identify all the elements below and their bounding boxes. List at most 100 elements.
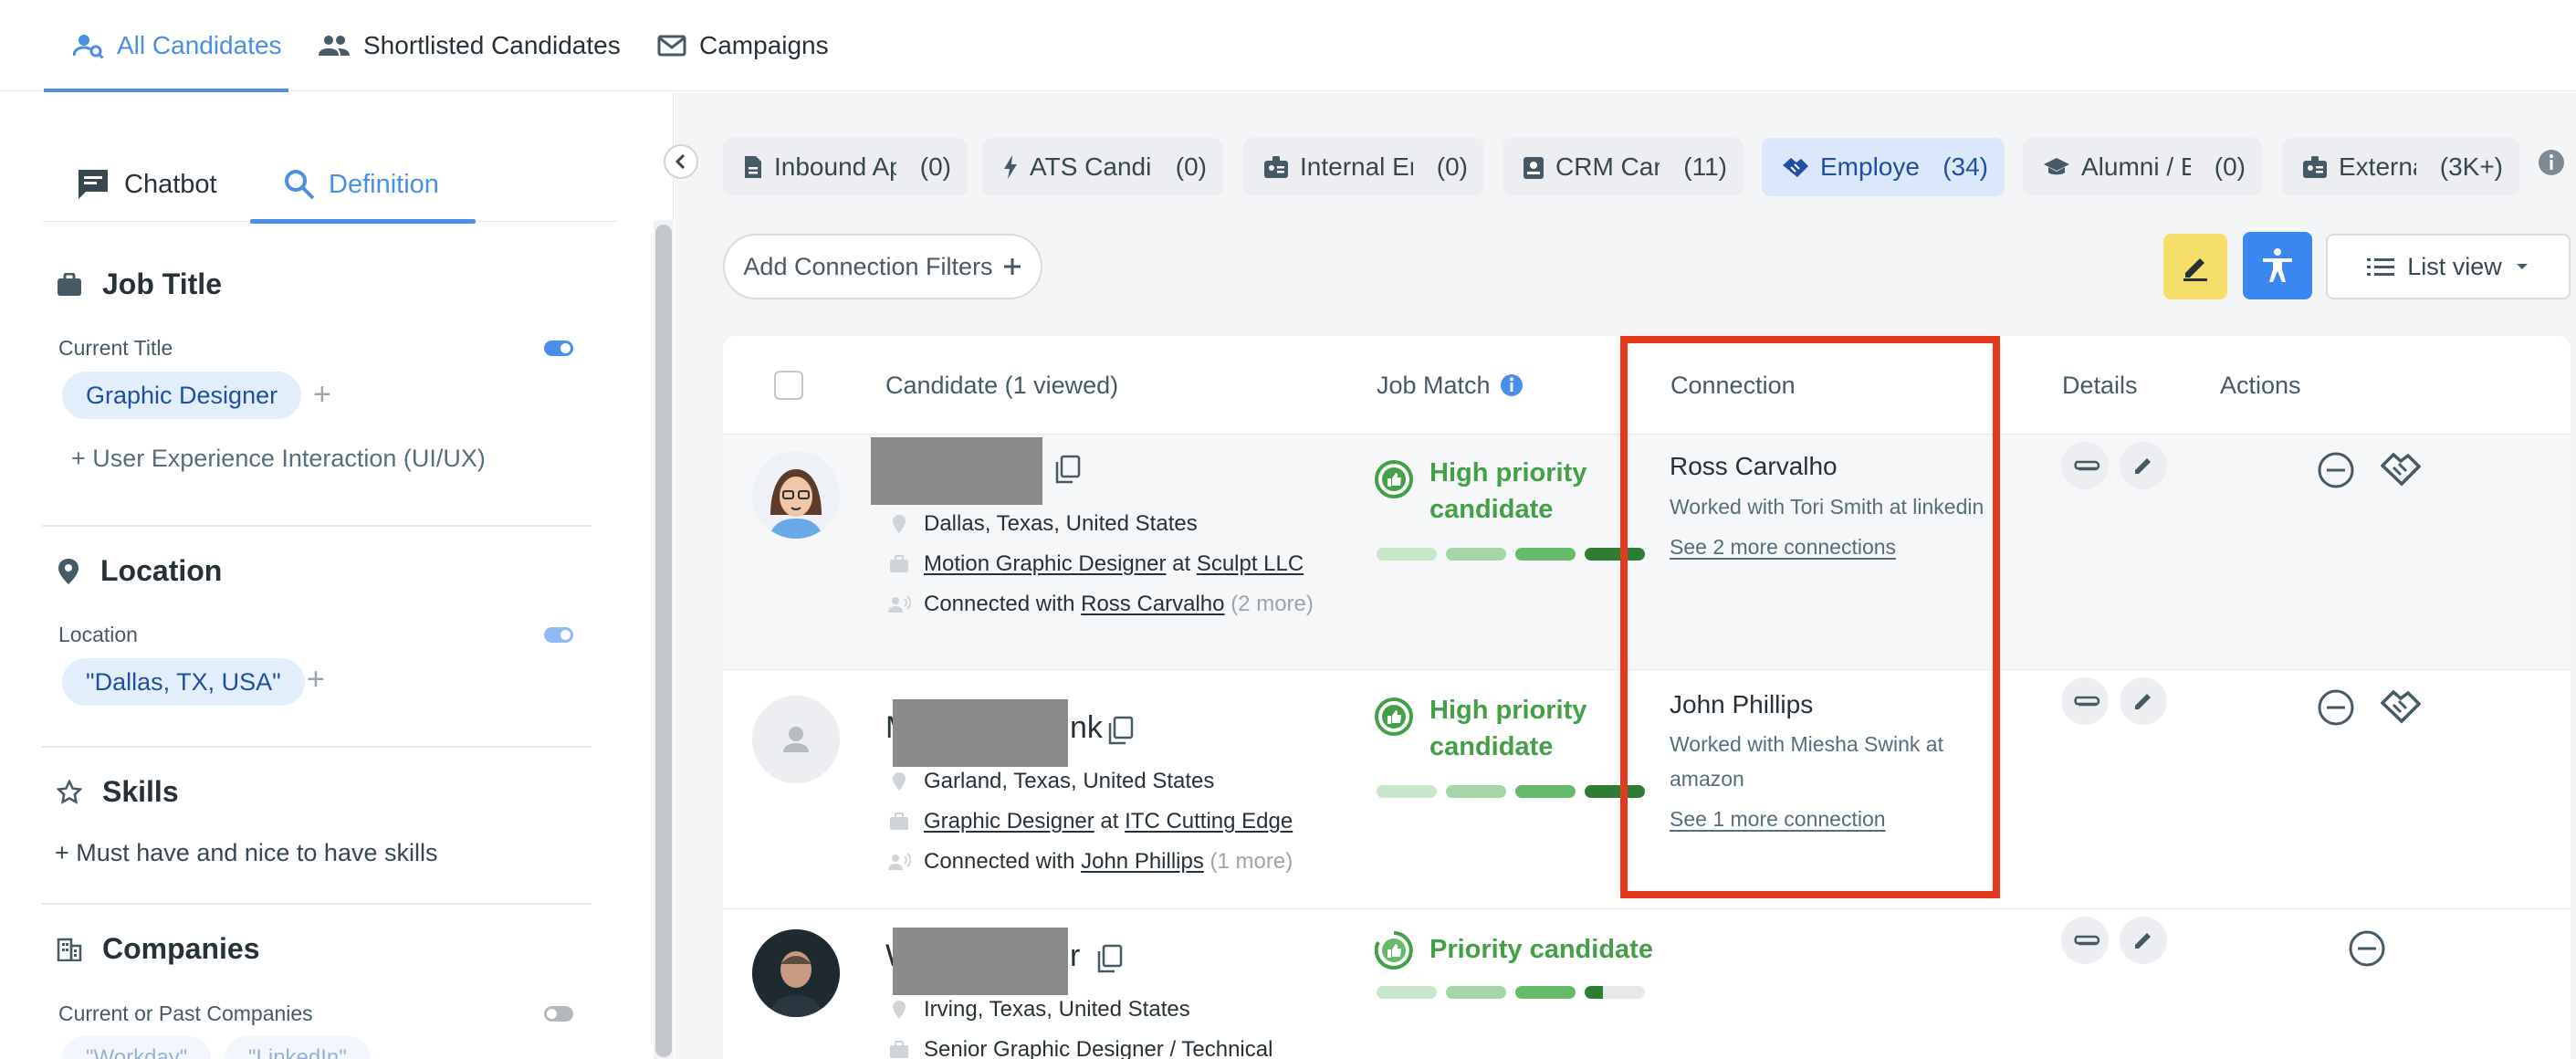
connection-name: Ross Carvalho bbox=[1670, 452, 1838, 480]
plus-icon bbox=[1002, 257, 1022, 277]
connected-name-link[interactable]: John Phillips bbox=[1081, 849, 1204, 874]
handshake-icon[interactable] bbox=[2381, 688, 2421, 725]
add-location-plus-icon[interactable]: + bbox=[307, 664, 325, 695]
copy-icon[interactable] bbox=[1053, 455, 1081, 488]
add-title-plus-icon[interactable]: + bbox=[313, 379, 331, 410]
accessibility-button[interactable] bbox=[2243, 232, 2312, 299]
remove-icon[interactable] bbox=[2317, 451, 2355, 489]
view-mode-dropdown[interactable]: List view bbox=[2326, 234, 2571, 299]
add-connection-filters-button[interactable]: Add Connection Filters bbox=[723, 234, 1042, 299]
edit-button[interactable] bbox=[2120, 677, 2167, 725]
badge-icon bbox=[1263, 155, 1289, 179]
company-link[interactable]: Sculpt LLC bbox=[1197, 551, 1304, 576]
handshake-icon[interactable] bbox=[2381, 451, 2421, 488]
header-actions[interactable]: Actions bbox=[2220, 336, 2301, 435]
accessibility-icon bbox=[2260, 247, 2295, 284]
briefcase-icon bbox=[887, 1041, 911, 1059]
source-tab-employee[interactable]: Employee (34) bbox=[1762, 138, 2005, 196]
avatar bbox=[752, 451, 840, 539]
search-definition-panel: Chatbot Definition Job Title Current Tit… bbox=[0, 92, 674, 1059]
collapse-panel-button[interactable] bbox=[664, 144, 698, 179]
location-heading: Location bbox=[100, 554, 223, 587]
remove-icon[interactable] bbox=[2317, 688, 2355, 727]
header-connection[interactable]: Connection bbox=[1670, 336, 1796, 435]
copy-icon[interactable] bbox=[1106, 716, 1134, 750]
table-row[interactable]: M nk Garland, Texas, United States Graph… bbox=[723, 670, 2571, 909]
title-chip-graphic-designer[interactable]: Graphic Designer bbox=[62, 372, 302, 419]
tab-shortlisted-candidates[interactable]: Shortlisted Candidates bbox=[318, 0, 621, 91]
role-at: at bbox=[1100, 809, 1119, 834]
attachment-button[interactable] bbox=[2061, 677, 2109, 725]
role-link[interactable]: Graphic Designer bbox=[924, 809, 1094, 834]
location-pin-icon bbox=[887, 514, 911, 534]
paperclip-icon bbox=[2069, 694, 2100, 708]
connected-name-link[interactable]: Ross Carvalho bbox=[1081, 592, 1224, 616]
role-link[interactable]: Motion Graphic Designer bbox=[924, 551, 1166, 576]
thumbs-up-icon bbox=[1375, 460, 1413, 498]
handshake-icon bbox=[1782, 156, 1809, 178]
section-divider bbox=[42, 746, 592, 748]
source-tab-crm[interactable]: CRM Cand (11) bbox=[1503, 138, 1744, 196]
tab-campaigns[interactable]: Campaigns bbox=[657, 0, 829, 91]
candidate-name-end[interactable]: r bbox=[1070, 938, 1080, 974]
section-divider bbox=[42, 903, 592, 905]
header-details[interactable]: Details bbox=[2062, 336, 2138, 435]
info-icon[interactable] bbox=[2538, 149, 2565, 181]
source-tab-count: (0) bbox=[1175, 152, 1207, 181]
tab-definition[interactable]: Definition bbox=[250, 147, 476, 224]
source-tab-external[interactable]: External (3K+) bbox=[2282, 138, 2519, 196]
source-tab-count: (0) bbox=[2214, 152, 2246, 181]
company-chip-linkedin[interactable]: "LinkedIn" bbox=[225, 1036, 371, 1059]
source-tab-count: (0) bbox=[1436, 152, 1468, 181]
edit-button[interactable] bbox=[2120, 917, 2167, 964]
mail-icon bbox=[657, 35, 686, 57]
see-more-connections-link[interactable]: See 2 more connections bbox=[1670, 535, 1896, 560]
edit-button[interactable] bbox=[2120, 442, 2167, 489]
attachment-button[interactable] bbox=[2061, 917, 2109, 964]
source-tab-alumni[interactable]: Alumni / Bo (0) bbox=[2023, 138, 2262, 196]
current-title-label: Current Title bbox=[58, 336, 173, 360]
pencil-icon bbox=[2132, 455, 2154, 477]
source-tab-label: CRM Cand bbox=[1555, 152, 1660, 181]
source-tab-internal[interactable]: Internal Em (0) bbox=[1243, 138, 1484, 196]
remove-icon[interactable] bbox=[2348, 929, 2386, 968]
table-row[interactable]: Dallas, Texas, United States Motion Grap… bbox=[723, 435, 2571, 670]
header-job-match[interactable]: Job Match bbox=[1377, 336, 1524, 435]
role-at: at bbox=[1172, 551, 1191, 576]
source-tab-ats[interactable]: ATS Candid (0) bbox=[982, 138, 1223, 196]
candidate-connected-with: Connected with Ross Carvalho (2 more) bbox=[887, 592, 1314, 617]
tab-all-candidates[interactable]: All Candidates bbox=[44, 0, 288, 92]
suggested-title-link[interactable]: + User Experience Interaction (UI/UX) bbox=[71, 445, 486, 473]
companies-toggle[interactable] bbox=[544, 1006, 573, 1022]
panel-scrollbar-thumb[interactable] bbox=[655, 225, 672, 1057]
header-candidate[interactable]: Candidate (1 viewed) bbox=[885, 336, 1118, 435]
table-row[interactable]: W r Irving, Texas, United States Senior … bbox=[723, 909, 2571, 1059]
priority-label: Priority candidate bbox=[1375, 931, 1653, 970]
attachment-button[interactable] bbox=[2061, 442, 2109, 489]
tab-chatbot[interactable]: Chatbot bbox=[75, 147, 217, 222]
partial-priority-icon bbox=[1375, 931, 1413, 970]
see-more-connections-link[interactable]: See 1 more connection bbox=[1670, 807, 1886, 832]
select-all-checkbox[interactable] bbox=[774, 371, 803, 400]
info-icon[interactable] bbox=[1500, 373, 1524, 397]
edit-notes-button[interactable] bbox=[2163, 234, 2227, 299]
company-chip-workday[interactable]: "Workday" bbox=[62, 1036, 212, 1059]
score-segment bbox=[1515, 548, 1576, 561]
location-toggle[interactable] bbox=[544, 627, 573, 643]
job-title-section-title: Job Title bbox=[57, 267, 222, 301]
role-link[interactable]: Graphic Designer bbox=[993, 1037, 1164, 1059]
connected-prefix: Connected with bbox=[924, 592, 1075, 616]
add-skills-link[interactable]: + Must have and nice to have skills bbox=[55, 839, 437, 867]
thumbs-up-icon bbox=[1375, 697, 1413, 736]
chat-icon bbox=[75, 166, 111, 203]
company-link[interactable]: ITC Cutting Edge bbox=[1125, 809, 1293, 834]
source-tab-inbound[interactable]: Inbound Ap (0) bbox=[723, 138, 968, 196]
copy-icon[interactable] bbox=[1095, 944, 1123, 978]
current-title-toggle[interactable] bbox=[544, 341, 573, 356]
location-chip-dallas[interactable]: "Dallas, TX, USA" bbox=[62, 658, 305, 706]
panel-tabs: Chatbot Definition bbox=[42, 147, 617, 224]
priority-line-1: Priority candidate bbox=[1429, 935, 1653, 964]
candidate-name-end[interactable]: nk bbox=[1070, 710, 1103, 746]
tab-definition-label: Definition bbox=[329, 169, 439, 199]
score-segment bbox=[1446, 986, 1506, 999]
